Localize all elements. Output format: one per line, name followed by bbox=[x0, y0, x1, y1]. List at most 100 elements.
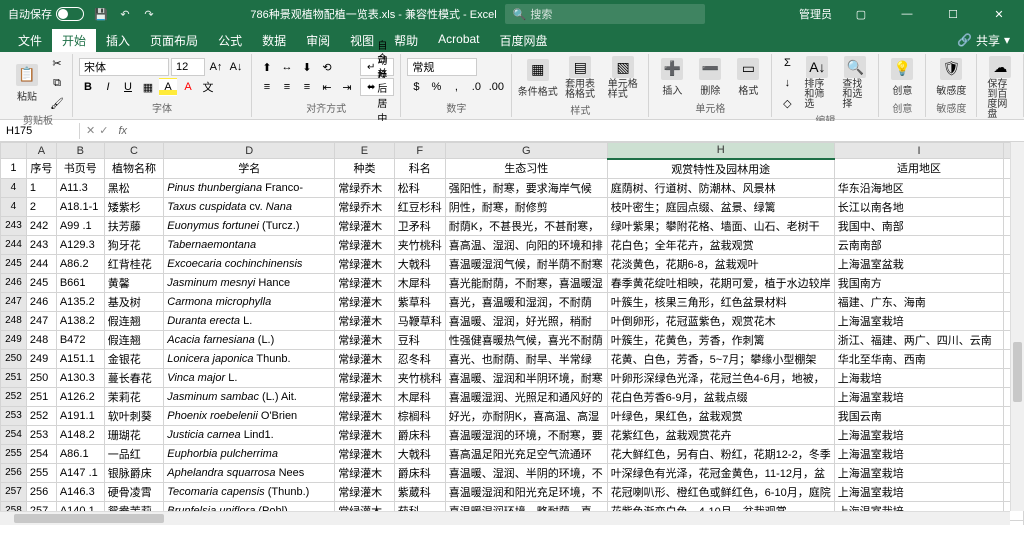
orientation-icon[interactable]: ⟲ bbox=[318, 58, 336, 76]
increase-font-icon[interactable]: A↑ bbox=[207, 58, 225, 76]
cell[interactable]: 上海温室栽培 bbox=[834, 387, 1004, 406]
cell[interactable]: 常绿灌木 bbox=[335, 482, 395, 501]
menu-数据[interactable]: 数据 bbox=[252, 29, 296, 52]
header-cell[interactable]: 学名 bbox=[164, 159, 335, 179]
cell[interactable]: 256 bbox=[26, 482, 56, 501]
cell[interactable]: 华北至华南、西南 bbox=[834, 349, 1004, 368]
cell[interactable]: 喜高温、湿润、向阳的环境和排 bbox=[445, 235, 607, 254]
menu-Acrobat[interactable]: Acrobat bbox=[428, 29, 489, 52]
menu-公式[interactable]: 公式 bbox=[208, 29, 252, 52]
align-mid-icon[interactable]: ↔ bbox=[278, 58, 296, 76]
font-name-select[interactable] bbox=[79, 58, 169, 76]
row-header[interactable]: 255 bbox=[1, 444, 27, 463]
cell[interactable]: A135.2 bbox=[56, 292, 104, 311]
sort-filter-button[interactable]: A↓排序和筛选 bbox=[800, 54, 834, 112]
cell[interactable]: 硬骨凌霄 bbox=[104, 482, 164, 501]
cell[interactable]: A146.3 bbox=[56, 482, 104, 501]
cell[interactable]: 木犀科 bbox=[394, 387, 445, 406]
cell[interactable]: Justicia carnea Lind1. bbox=[164, 425, 335, 444]
cell[interactable]: A151.1 bbox=[56, 349, 104, 368]
cell[interactable]: 常绿乔木 bbox=[335, 178, 395, 197]
cell[interactable]: 假连翘 bbox=[104, 330, 164, 349]
align-bot-icon[interactable]: ⬇ bbox=[298, 58, 316, 76]
clear-icon[interactable]: ◇ bbox=[778, 94, 796, 112]
cell[interactable]: 上海温室栽培 bbox=[834, 463, 1004, 482]
cell[interactable]: 常绿灌木 bbox=[335, 254, 395, 273]
header-cell[interactable]: 生态习性 bbox=[445, 159, 607, 179]
cell[interactable]: 常绿灌木 bbox=[335, 387, 395, 406]
col-header-B[interactable]: B bbox=[56, 143, 104, 159]
col-header-I[interactable]: I bbox=[834, 143, 1004, 159]
row-header[interactable]: 244 bbox=[1, 235, 27, 254]
cell[interactable]: 常绿灌木 bbox=[335, 216, 395, 235]
cell[interactable]: 250 bbox=[26, 368, 56, 387]
cell[interactable]: 松科 bbox=[394, 178, 445, 197]
cell[interactable]: 1 bbox=[26, 178, 56, 197]
cell[interactable]: 好光，亦耐阴K，喜高温、高湿 bbox=[445, 406, 607, 425]
user-label[interactable]: 管理员 bbox=[799, 6, 832, 22]
cell[interactable]: 叶倒卵形，花冠蓝紫色，观赏花木 bbox=[607, 311, 834, 330]
menu-页面布局[interactable]: 页面布局 bbox=[140, 29, 208, 52]
close-icon[interactable]: ✕ bbox=[982, 0, 1016, 28]
ideas-button[interactable]: 💡创意 bbox=[885, 56, 919, 99]
cell[interactable]: 254 bbox=[26, 444, 56, 463]
cell[interactable]: 246 bbox=[26, 292, 56, 311]
cell-style-button[interactable]: ▧单元格样式 bbox=[604, 54, 643, 102]
cell[interactable]: 金银花 bbox=[104, 349, 164, 368]
cell[interactable]: 常绿灌木 bbox=[335, 311, 395, 330]
cell[interactable]: 常绿灌木 bbox=[335, 292, 395, 311]
cell[interactable]: 黄馨 bbox=[104, 273, 164, 292]
delete-button[interactable]: ➖删除 bbox=[693, 56, 727, 99]
cell[interactable]: 大戟科 bbox=[394, 444, 445, 463]
col-header-E[interactable]: E bbox=[335, 143, 395, 159]
row-header[interactable]: 256 bbox=[1, 463, 27, 482]
cell[interactable]: Euphorbia pulcherrima bbox=[164, 444, 335, 463]
cell[interactable]: 常绿灌木 bbox=[335, 463, 395, 482]
menu-文件[interactable]: 文件 bbox=[8, 29, 52, 52]
cell[interactable]: 假连翘 bbox=[104, 311, 164, 330]
cell[interactable]: 蔓长春花 bbox=[104, 368, 164, 387]
cell[interactable]: 242 bbox=[26, 216, 56, 235]
cell[interactable]: 常绿灌木 bbox=[335, 425, 395, 444]
fill-icon[interactable]: ↓ bbox=[778, 74, 796, 92]
underline-button[interactable]: U bbox=[119, 78, 137, 96]
cell[interactable]: 喜高温足阳光充足空气流通环 bbox=[445, 444, 607, 463]
indent-inc-icon[interactable]: ⇥ bbox=[338, 78, 356, 96]
cell[interactable]: 夹竹桃科 bbox=[394, 368, 445, 387]
cell[interactable]: 上海温室栽培 bbox=[834, 482, 1004, 501]
cell[interactable]: Tecomaria capensis (Thunb.) bbox=[164, 482, 335, 501]
row-header[interactable]: 243 bbox=[1, 216, 27, 235]
cell[interactable]: 枝叶密生；庭园点缀、盆景、绿篱 bbox=[607, 197, 834, 216]
baidu-save-button[interactable]: ☁保存到百度网盘 bbox=[983, 54, 1017, 122]
cell[interactable]: A86.1 bbox=[56, 444, 104, 463]
cell[interactable]: 长江以南各地 bbox=[834, 197, 1004, 216]
align-top-icon[interactable]: ⬆ bbox=[258, 58, 276, 76]
cell[interactable]: 福建、广东、海南 bbox=[834, 292, 1004, 311]
cell[interactable]: 花淡黄色，花期6-8，盆栽观叶 bbox=[607, 254, 834, 273]
comma-icon[interactable]: , bbox=[447, 78, 465, 96]
fill-color-button[interactable]: A bbox=[159, 78, 177, 96]
copy-icon[interactable]: ⧉ bbox=[48, 74, 66, 92]
cell[interactable]: 木犀科 bbox=[394, 273, 445, 292]
cell[interactable]: 豆科 bbox=[394, 330, 445, 349]
cell[interactable]: 红背桂花 bbox=[104, 254, 164, 273]
cell[interactable]: 茉莉花 bbox=[104, 387, 164, 406]
cell[interactable]: 花白色芳香6-9月，盆栽点缀 bbox=[607, 387, 834, 406]
decrease-font-icon[interactable]: A↓ bbox=[227, 58, 245, 76]
menu-审阅[interactable]: 审阅 bbox=[296, 29, 340, 52]
format-button[interactable]: ▭格式 bbox=[731, 56, 765, 99]
cell[interactable]: 浙江、福建、两广、四川、云南 bbox=[834, 330, 1004, 349]
cell[interactable]: 251 bbox=[26, 387, 56, 406]
row-header[interactable]: 247 bbox=[1, 292, 27, 311]
save-icon[interactable]: 💾 bbox=[94, 7, 108, 21]
cell[interactable]: Acacia farnesiana (L.) bbox=[164, 330, 335, 349]
cell[interactable]: Pinus thunbergiana Franco- bbox=[164, 178, 335, 197]
cell[interactable]: 上海栽培 bbox=[834, 368, 1004, 387]
cell[interactable]: 矮紫杉 bbox=[104, 197, 164, 216]
cell[interactable]: 红豆杉科 bbox=[394, 197, 445, 216]
cell[interactable]: 我国中、南部 bbox=[834, 216, 1004, 235]
cell[interactable]: 一品红 bbox=[104, 444, 164, 463]
cell[interactable]: 253 bbox=[26, 425, 56, 444]
cell[interactable]: 花紫红色，盆栽观赏花卉 bbox=[607, 425, 834, 444]
col-header-A[interactable]: A bbox=[26, 143, 56, 159]
